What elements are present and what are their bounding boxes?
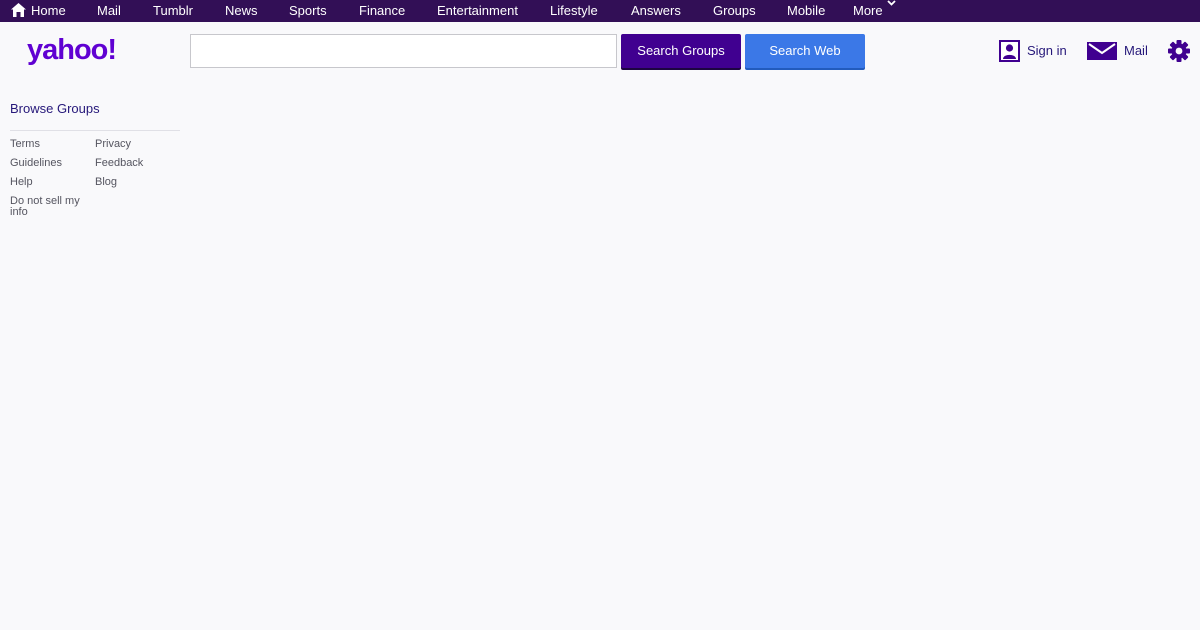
nav-item-mail[interactable]: Mail (97, 0, 121, 22)
top-navigation-bar: Home Mail Tumblr News Sports Finance Ent… (0, 0, 1200, 22)
footer-link-help[interactable]: Help (10, 177, 90, 188)
footer-link-do-not-sell[interactable]: Do not sell my info (10, 196, 86, 218)
search-groups-button[interactable]: Search Groups (621, 34, 741, 68)
mail-link[interactable]: Mail (1124, 40, 1148, 62)
search-web-button[interactable]: Search Web (745, 34, 865, 68)
footer-link-terms[interactable]: Terms (10, 139, 90, 150)
mail-icon[interactable] (1087, 42, 1117, 60)
nav-item-lifestyle[interactable]: Lifestyle (550, 0, 598, 22)
browse-groups-link[interactable]: Browse Groups (10, 101, 100, 116)
footer-link-blog[interactable]: Blog (95, 177, 175, 188)
nav-item-finance[interactable]: Finance (359, 0, 405, 22)
sign-in-link[interactable]: Sign in (1027, 40, 1067, 62)
home-icon[interactable] (11, 3, 26, 17)
nav-item-sports[interactable]: Sports (289, 0, 327, 22)
search-input[interactable] (190, 34, 617, 68)
nav-item-news[interactable]: News (225, 0, 258, 22)
nav-item-groups[interactable]: Groups (713, 0, 756, 22)
nav-item-home[interactable]: Home (31, 0, 66, 22)
gear-icon[interactable] (1168, 40, 1190, 62)
footer-link-guidelines[interactable]: Guidelines (10, 158, 90, 169)
nav-item-answers[interactable]: Answers (631, 0, 681, 22)
user-icon[interactable] (999, 40, 1020, 62)
chevron-down-icon (886, 0, 896, 6)
sidebar-divider (10, 130, 180, 131)
footer-link-privacy[interactable]: Privacy (95, 139, 175, 150)
nav-item-mobile[interactable]: Mobile (787, 0, 825, 22)
yahoo-logo[interactable]: yahoo! (27, 33, 135, 69)
nav-item-more[interactable]: More (853, 0, 896, 22)
footer-link-feedback[interactable]: Feedback (95, 158, 175, 169)
nav-item-more-label: More (853, 3, 883, 18)
nav-item-tumblr[interactable]: Tumblr (153, 0, 193, 22)
logo-text: yahoo! (27, 34, 116, 66)
nav-item-entertainment[interactable]: Entertainment (437, 0, 518, 22)
